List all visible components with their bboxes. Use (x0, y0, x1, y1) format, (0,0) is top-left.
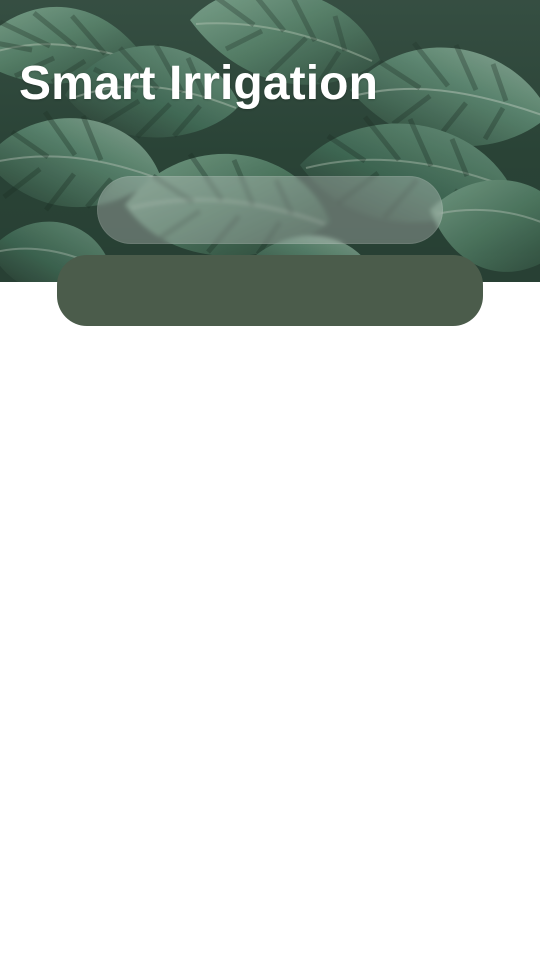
page-title: Smart Irrigation (19, 57, 378, 110)
tropical-leaves-hero-image: Smart Irrigation (0, 0, 540, 282)
translucent-pill-panel (97, 176, 443, 244)
green-rounded-panel (57, 255, 483, 326)
smart-irrigation-screen: Smart Irrigation (0, 0, 540, 960)
